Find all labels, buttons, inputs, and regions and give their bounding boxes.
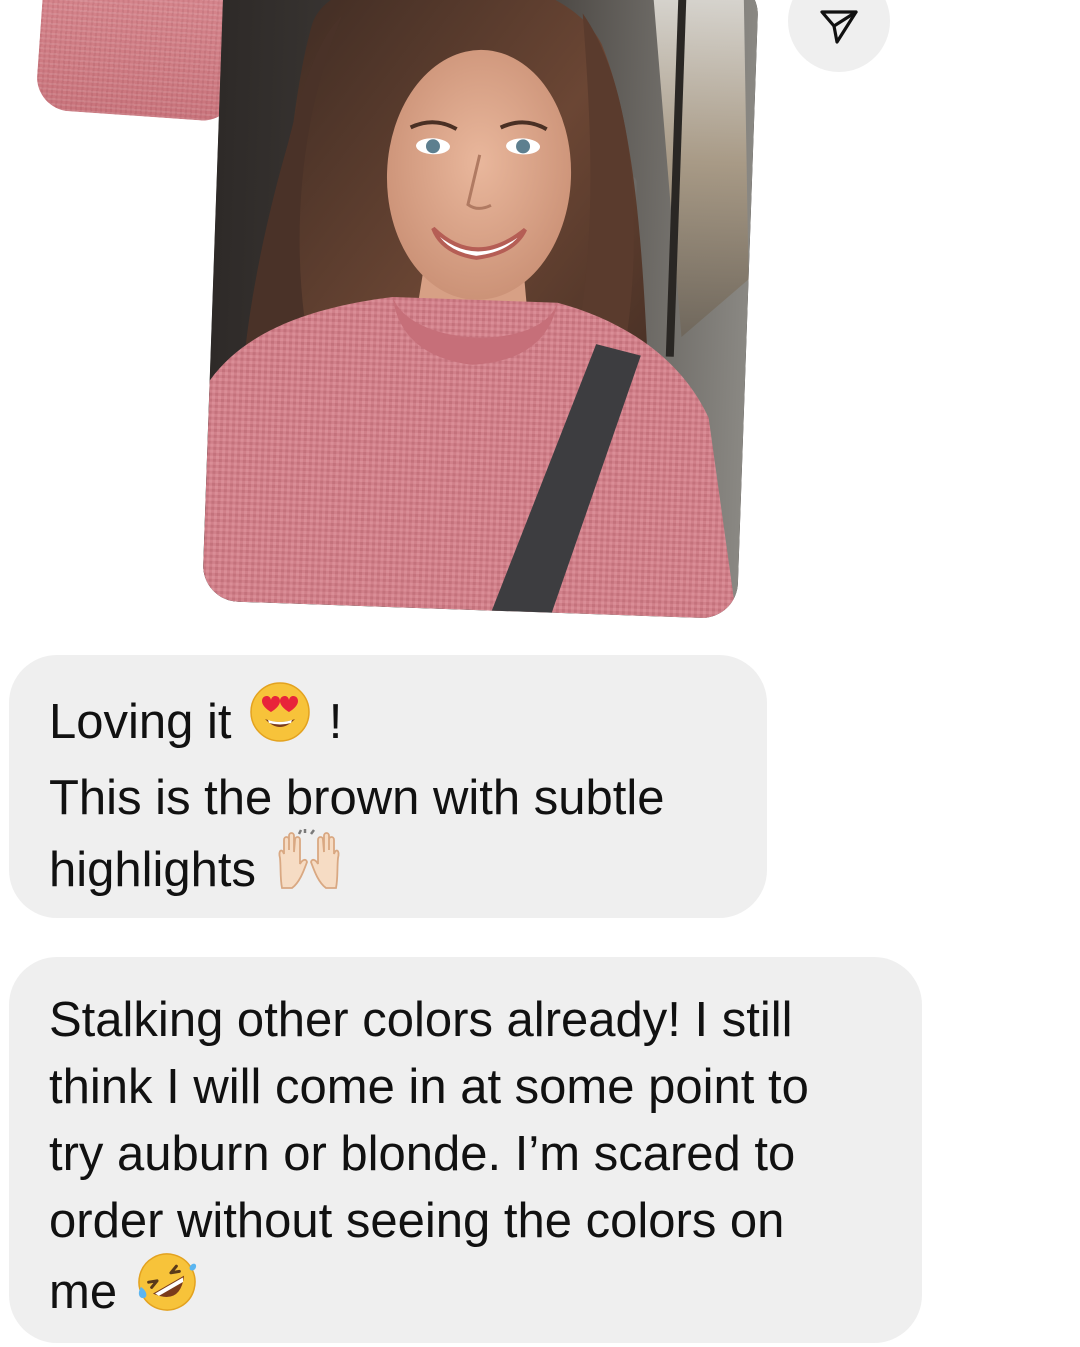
message-text: highlights [49,842,257,897]
rolling-on-floor-laughing-emoji-icon [135,1251,199,1331]
message-text: ! [328,694,343,749]
message-bubble[interactable]: Loving it ! This is the brown with subtl… [9,655,767,918]
message-line: order without seeing the colors on [49,1194,785,1248]
message-line: think I will come in at some point to [49,1060,809,1114]
message-bubble[interactable]: Stalking other colors already! I still t… [9,957,922,1343]
message-line: Loving it ! [49,682,727,765]
raising-hands-emoji-icon [274,828,344,910]
paper-plane-icon [819,9,859,50]
message-line: try auburn or blonde. I’m scared to [49,1127,796,1181]
previous-photo-message[interactable] [34,0,246,123]
message-line: me [49,1253,882,1335]
heart-eyes-emoji-icon [249,681,311,761]
message-text: me [49,1264,118,1319]
message-line: Stalking other colors already! I still [49,993,793,1047]
message-line: highlights [49,829,727,914]
dm-conversation: Loving it ! This is the brown with subtl… [0,0,1080,1347]
message-text: Loving it [49,694,232,749]
selfie-image [201,0,760,620]
share-button[interactable] [788,0,890,72]
message-line: This is the brown with subtle [49,771,665,825]
selfie-photo-message[interactable] [201,0,760,620]
